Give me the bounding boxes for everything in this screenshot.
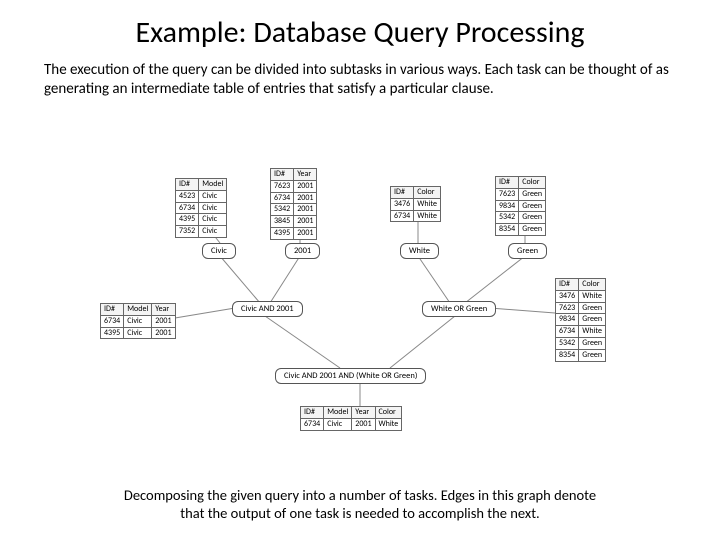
column-header: ID# [271, 169, 294, 181]
column-header: ID# [101, 304, 124, 316]
column-header: ID# [496, 177, 519, 189]
node-2001: 2001 [285, 243, 320, 259]
table-row: 3476White [391, 198, 441, 210]
node-green: Green [508, 243, 547, 259]
column-header: Color [579, 279, 606, 291]
table-row: 8354Green [556, 349, 606, 361]
table-model-year: ID#ModelYear6734Civic20014395Civic2001 [100, 303, 176, 339]
table-row: 5342Green [496, 212, 546, 224]
table-row: 8354Green [496, 224, 546, 236]
column-header: ID# [176, 179, 199, 191]
table-row: 7623Green [496, 188, 546, 200]
node-white: White [400, 243, 439, 259]
column-header: Color [414, 187, 441, 199]
table-row: 7352Civic [176, 226, 227, 238]
table-id-model: ID#Model4523Civic6734Civic4395Civic7352C… [175, 178, 227, 238]
column-header: Model [199, 179, 227, 191]
table-row: 6734White [391, 210, 441, 222]
table-row: 6734Civic2001 [101, 315, 176, 327]
table-id-color-green: ID#Color7623Green9834Green5342Green8354G… [495, 176, 546, 236]
table-row: 4395Civic2001 [101, 327, 176, 339]
table-row: 38452001 [271, 216, 317, 228]
table-id-year: ID#Year762320016734200153422001384520014… [270, 168, 317, 240]
table-row: 6734White [556, 326, 606, 338]
intro-text: The execution of the query can be divide… [0, 57, 720, 99]
table-row: 3476White [556, 290, 606, 302]
column-header: ID# [391, 187, 414, 199]
column-header: Model [124, 304, 152, 316]
table-row: 53422001 [271, 204, 317, 216]
column-header: Year [152, 304, 175, 316]
table-row: 9834Green [556, 314, 606, 326]
table-row: 43952001 [271, 227, 317, 239]
node-final: Civic AND 2001 AND (White OR Green) [275, 368, 426, 384]
table-row: 67342001 [271, 192, 317, 204]
node-civic-and-2001: Civic AND 2001 [232, 301, 303, 317]
node-civic: Civic [202, 243, 236, 259]
column-header: ID# [301, 407, 324, 419]
table-row: 5342Green [556, 337, 606, 349]
column-header: Color [519, 177, 546, 189]
column-header: Year [294, 169, 317, 181]
table-color-or: ID#Color3476White7623Green9834Green6734W… [555, 278, 606, 362]
table-row: 9834Green [496, 200, 546, 212]
column-header: Color [375, 407, 402, 419]
table-id-color-white: ID#Color3476White6734White [390, 186, 441, 222]
table-row: 7623Green [556, 302, 606, 314]
table-final: ID#ModelYearColor6734Civic2001White [300, 406, 402, 431]
column-header: Model [324, 407, 352, 419]
column-header: ID# [556, 279, 579, 291]
slide-title: Example: Database Query Processing [0, 0, 720, 57]
column-header: Year [352, 407, 375, 419]
table-row: 6734Civic [176, 202, 227, 214]
node-white-or-green: White OR Green [422, 301, 496, 317]
caption-text: Decomposing the given query into a numbe… [0, 486, 720, 522]
table-row: 4395Civic [176, 214, 227, 226]
diagram-stage: ID#Model4523Civic6734Civic4395Civic7352C… [0, 168, 720, 468]
table-row: 76232001 [271, 180, 317, 192]
table-row: 4523Civic [176, 190, 227, 202]
table-row: 6734Civic2001White [301, 418, 402, 430]
